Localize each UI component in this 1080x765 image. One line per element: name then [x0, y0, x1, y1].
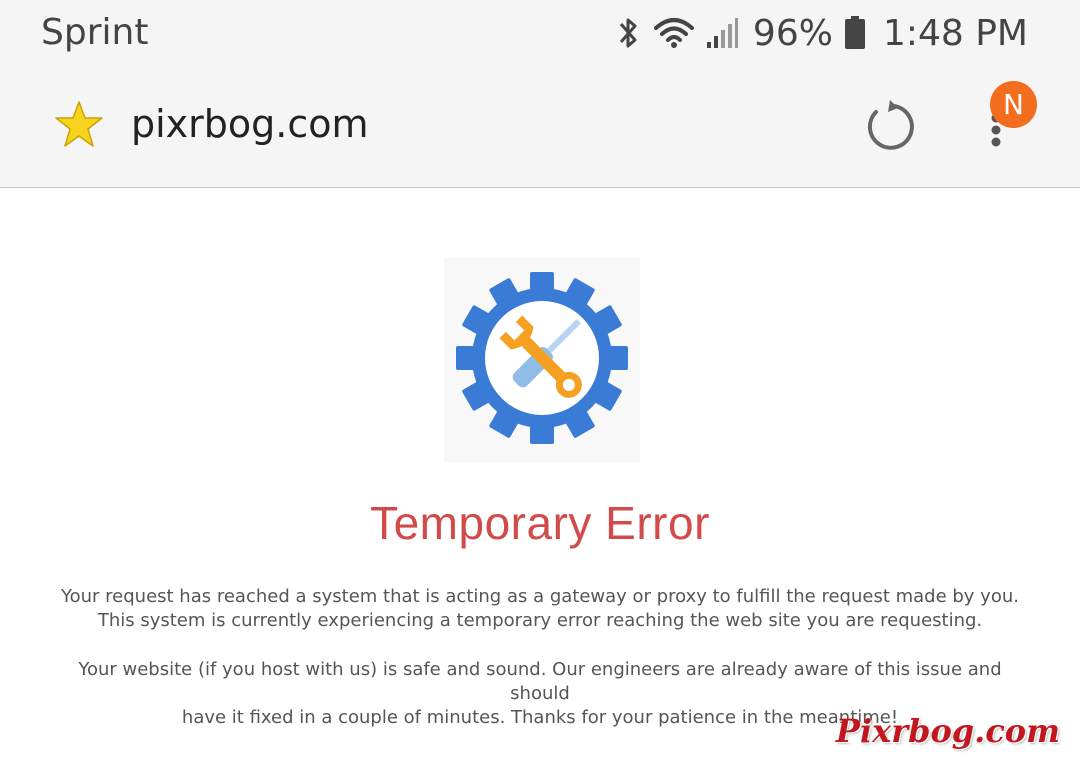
url-bar: pixrbog.com N	[0, 66, 1080, 187]
status-indicators: 96% 1:48 PM	[615, 10, 1028, 56]
url-text[interactable]: pixrbog.com	[131, 102, 369, 146]
reload-icon[interactable]	[864, 100, 916, 156]
carrier-name: Sprint	[41, 12, 149, 53]
error-page: Temporary Error Your request has reached…	[0, 188, 1080, 765]
browser-chrome: Sprint 96% 1:48 PM pixrbog.com N	[0, 0, 1080, 188]
star-icon[interactable]	[54, 100, 104, 152]
clock: 1:48 PM	[882, 12, 1028, 54]
watermark: Pixrbog.com	[835, 712, 1060, 750]
description-line: Your request has reached a system that i…	[61, 586, 1019, 607]
error-description: Your request has reached a system that i…	[60, 585, 1020, 633]
status-bar: Sprint 96% 1:48 PM	[0, 0, 1080, 66]
reassurance-line: Your website (if you host with us) is sa…	[78, 659, 1002, 704]
gear-wrench-icon	[444, 258, 640, 462]
bluetooth-icon	[615, 15, 643, 51]
description-line: This system is currently experiencing a …	[97, 610, 983, 631]
battery-percent: 96%	[752, 12, 833, 54]
error-title: Temporary Error	[370, 497, 710, 549]
signal-icon	[705, 16, 739, 50]
battery-icon	[843, 15, 867, 51]
wifi-icon	[653, 16, 695, 50]
notification-badge[interactable]: N	[990, 81, 1037, 128]
